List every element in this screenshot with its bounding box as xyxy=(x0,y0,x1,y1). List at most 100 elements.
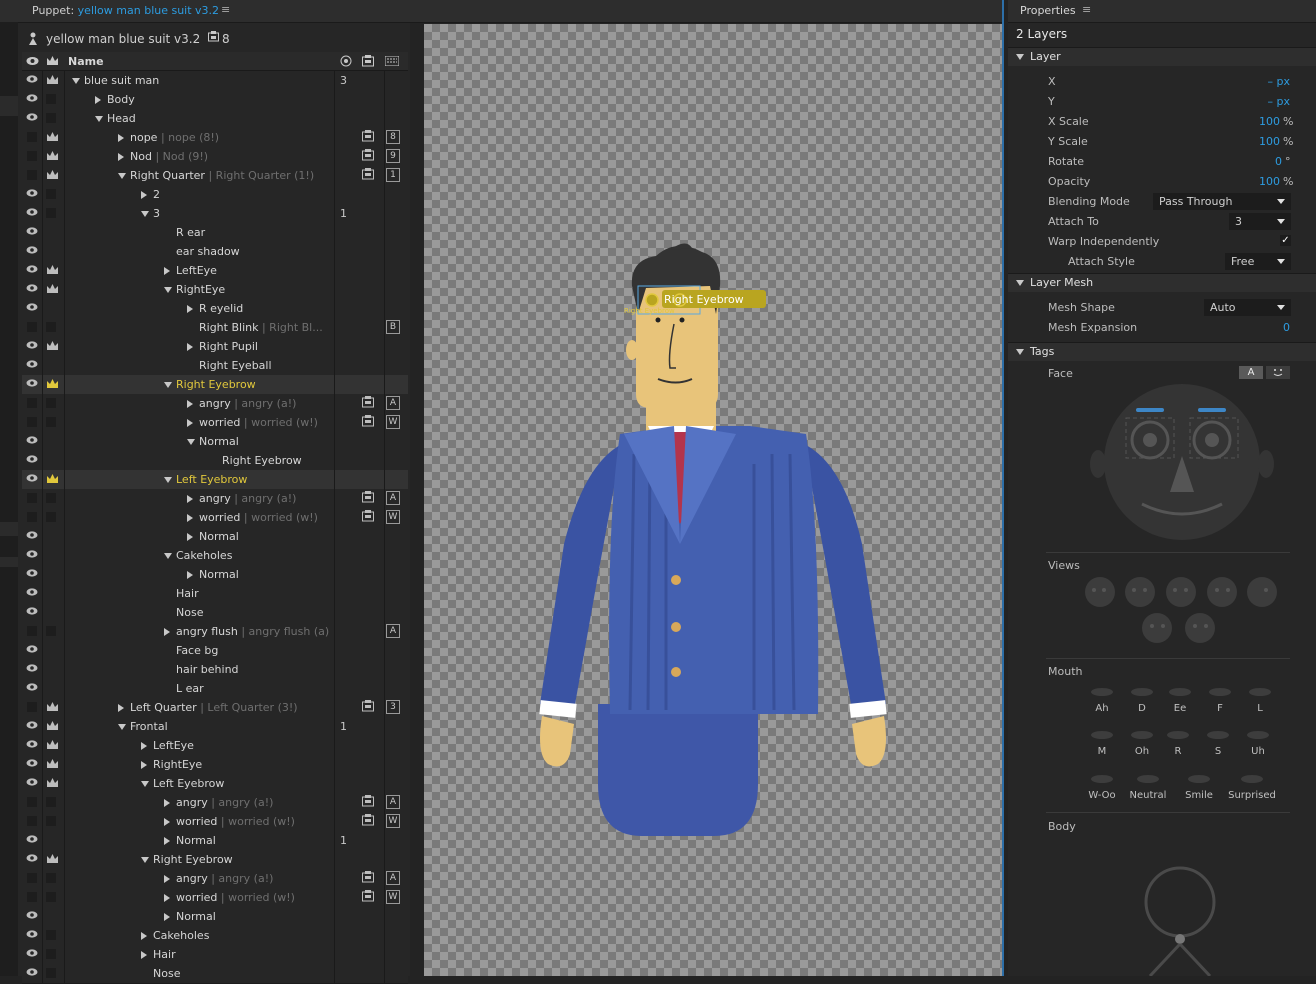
visibility-toggle-off[interactable] xyxy=(27,417,37,427)
yscale-value[interactable]: 100 xyxy=(1230,135,1280,148)
expand-arrow-icon[interactable] xyxy=(164,894,170,902)
layer-row[interactable]: Normal xyxy=(22,527,408,547)
mouth-shape-icon[interactable] xyxy=(1206,685,1234,699)
visibility-toggle-off[interactable] xyxy=(27,512,37,522)
strip-tab[interactable] xyxy=(0,96,18,116)
collapse-arrow-icon[interactable] xyxy=(141,781,149,787)
crown-toggle-off[interactable] xyxy=(46,113,56,123)
layer-row[interactable]: angry flush | angry flush (a) A xyxy=(22,622,408,642)
crown-icon[interactable] xyxy=(46,169,59,181)
visibility-eye-icon[interactable] xyxy=(26,587,38,599)
expand-arrow-icon[interactable] xyxy=(164,628,170,636)
layer-mesh-section[interactable]: Layer Mesh xyxy=(1008,273,1316,292)
x-value[interactable]: – px xyxy=(1230,75,1291,88)
visibility-eye-icon[interactable] xyxy=(26,948,38,960)
layer-row[interactable]: Normal xyxy=(22,907,408,927)
visibility-eye-icon[interactable] xyxy=(26,473,38,485)
layer-row[interactable]: L ear xyxy=(22,679,408,699)
expand-arrow-icon[interactable] xyxy=(141,742,147,750)
visibility-eye-icon[interactable] xyxy=(26,777,38,789)
key-trigger-badge[interactable]: W xyxy=(386,890,400,904)
visibility-toggle-off[interactable] xyxy=(27,398,37,408)
crown-column-icon[interactable] xyxy=(46,55,59,67)
crown-icon[interactable] xyxy=(46,150,59,162)
visibility-eye-icon[interactable] xyxy=(26,910,38,922)
layer-section[interactable]: Layer xyxy=(1008,47,1316,66)
layer-row[interactable]: Normal 1 xyxy=(22,831,408,851)
layer-row[interactable]: ear shadow xyxy=(22,242,408,262)
key-trigger-badge[interactable]: A xyxy=(386,871,400,885)
key-trigger-badge[interactable]: 8 xyxy=(386,130,400,144)
crown-toggle-off[interactable] xyxy=(46,968,56,978)
expand-arrow-icon[interactable] xyxy=(118,704,124,712)
visibility-toggle-off[interactable] xyxy=(27,132,37,142)
layer-row[interactable]: Right Blink | Right Bl... B xyxy=(22,318,408,338)
layer-row[interactable]: Right Eyebrow xyxy=(22,451,408,471)
collapse-arrow-icon[interactable] xyxy=(118,724,126,730)
layer-row[interactable]: Nod | Nod (9!) 9 xyxy=(22,147,408,167)
crown-icon[interactable] xyxy=(46,777,59,789)
layer-row[interactable]: Right Eyebrow xyxy=(22,375,408,395)
key-trigger-badge[interactable]: A xyxy=(386,491,400,505)
visibility-eye-icon[interactable] xyxy=(26,549,38,561)
mouth-shape-icon[interactable] xyxy=(1244,728,1272,742)
layer-row[interactable]: Hair xyxy=(22,584,408,604)
layer-row[interactable]: LeftEye xyxy=(22,736,408,756)
mouth-shape-icon[interactable] xyxy=(1204,728,1232,742)
visibility-toggle-off[interactable] xyxy=(27,702,37,712)
layer-row[interactable]: angry | angry (a!) A xyxy=(22,869,408,889)
visibility-eye-icon[interactable] xyxy=(26,74,38,86)
layer-row[interactable]: Head xyxy=(22,109,408,129)
collapse-arrow-icon[interactable] xyxy=(164,287,172,293)
expand-arrow-icon[interactable] xyxy=(164,267,170,275)
layer-row[interactable]: Right Pupil xyxy=(22,337,408,357)
visibility-eye-icon[interactable] xyxy=(26,739,38,751)
layer-row[interactable]: RightEye xyxy=(22,755,408,775)
eyebrow-handle-label[interactable]: Right Eyebrow xyxy=(664,293,744,306)
mouth-shape-icon[interactable] xyxy=(1166,685,1194,699)
key-trigger-badge[interactable]: W xyxy=(386,814,400,828)
expand-arrow-icon[interactable] xyxy=(164,913,170,921)
mouth-shape-icon[interactable] xyxy=(1246,685,1274,699)
visibility-toggle-off[interactable] xyxy=(27,892,37,902)
crown-icon[interactable] xyxy=(46,74,59,86)
visibility-eye-icon[interactable] xyxy=(26,834,38,846)
crown-icon[interactable] xyxy=(46,264,59,276)
face-tag-smiley-button[interactable] xyxy=(1266,366,1290,379)
crown-toggle-off[interactable] xyxy=(46,816,56,826)
mesh-expansion-value[interactable]: 0 xyxy=(1240,321,1290,334)
crown-toggle-off[interactable] xyxy=(46,493,56,503)
crown-toggle-off[interactable] xyxy=(46,189,56,199)
mouth-shape-icon[interactable] xyxy=(1088,685,1116,699)
expand-arrow-icon[interactable] xyxy=(141,932,147,940)
expand-arrow-icon[interactable] xyxy=(187,495,193,503)
trigger-icon[interactable] xyxy=(362,396,374,408)
eye-column-icon[interactable] xyxy=(26,56,39,66)
crown-toggle-off[interactable] xyxy=(46,930,56,940)
trigger-icon[interactable] xyxy=(362,871,374,883)
layer-row[interactable]: Normal xyxy=(22,432,408,452)
visibility-toggle-off[interactable] xyxy=(27,493,37,503)
expand-arrow-icon[interactable] xyxy=(187,419,193,427)
layer-row[interactable]: worried | worried (w!) W xyxy=(22,888,408,908)
key-trigger-badge[interactable]: 1 xyxy=(386,168,400,182)
trigger-icon[interactable] xyxy=(362,510,374,522)
visibility-toggle-off[interactable] xyxy=(27,322,37,332)
key-trigger-badge[interactable]: A xyxy=(386,396,400,410)
crown-icon[interactable] xyxy=(46,473,59,485)
layer-row[interactable]: Nose xyxy=(22,603,408,623)
expand-arrow-icon[interactable] xyxy=(164,799,170,807)
face-left-eyebrow-tag[interactable] xyxy=(1136,408,1164,412)
properties-menu-icon[interactable]: ≡ xyxy=(1082,3,1091,16)
layer-row[interactable]: Body xyxy=(22,90,408,110)
visibility-eye-icon[interactable] xyxy=(26,568,38,580)
collapse-arrow-icon[interactable] xyxy=(141,211,149,217)
attach-style-dropdown[interactable]: Free xyxy=(1225,253,1291,270)
layer-row[interactable]: angry | angry (a!) A xyxy=(22,489,408,509)
visibility-eye-icon[interactable] xyxy=(26,853,38,865)
mouth-shape-icon[interactable] xyxy=(1128,728,1156,742)
trigger-icon[interactable] xyxy=(362,814,374,826)
layer-row[interactable]: Frontal 1 xyxy=(22,717,408,737)
face-tag-a-button[interactable]: A xyxy=(1239,366,1263,379)
visibility-toggle-off[interactable] xyxy=(27,170,37,180)
